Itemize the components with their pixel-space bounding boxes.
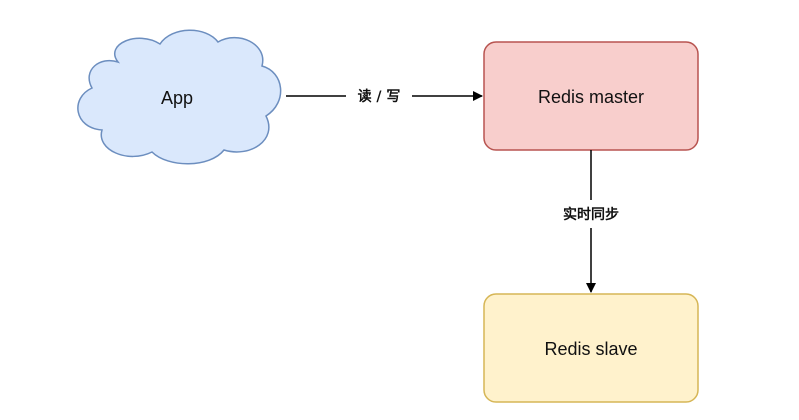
architecture-diagram: App Redis master Redis slave 读 / 写 实时同步 <box>77 29 699 403</box>
redis-master-label: Redis master <box>538 87 644 107</box>
app-node: App <box>77 29 282 165</box>
edge-label-read-write: 读 / 写 <box>358 88 401 105</box>
redis-slave-label: Redis slave <box>544 339 637 359</box>
redis-slave-node: Redis slave <box>483 293 699 403</box>
edge-label-realtime-sync: 实时同步 <box>563 206 619 223</box>
app-label: App <box>161 88 193 108</box>
edge-app-to-master: 读 / 写 <box>286 88 483 105</box>
edge-master-to-slave: 实时同步 <box>563 150 619 293</box>
redis-master-node: Redis master <box>483 41 699 151</box>
